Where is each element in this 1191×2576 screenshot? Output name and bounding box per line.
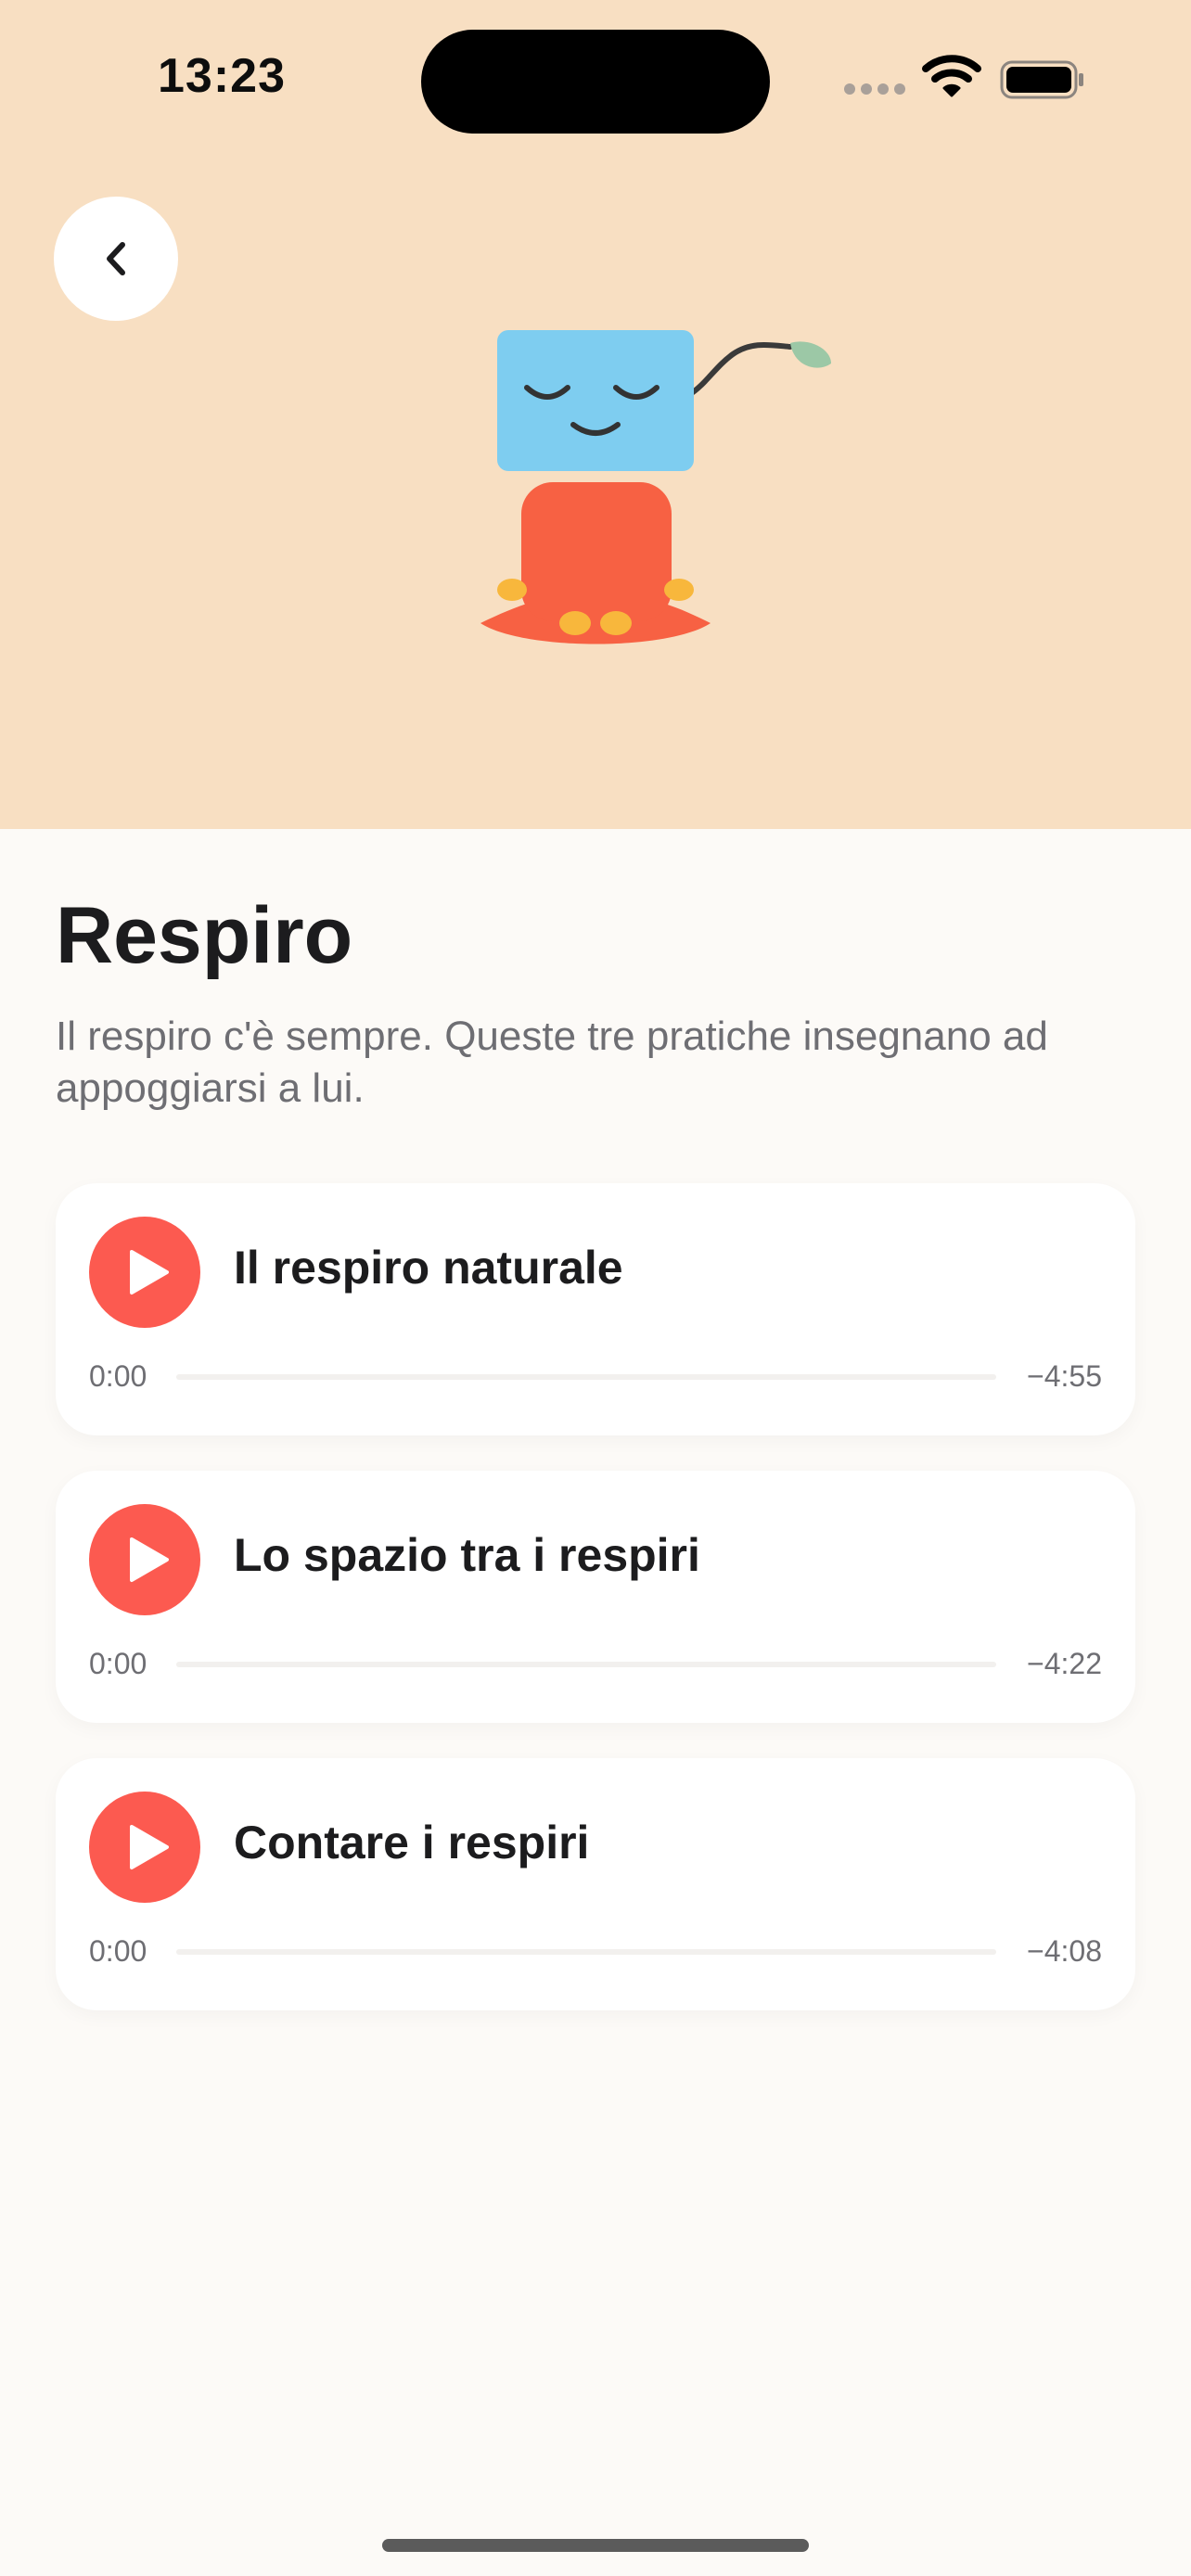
play-button[interactable]	[89, 1217, 200, 1328]
battery-full-icon	[1000, 60, 1083, 99]
status-time: 13:23	[158, 49, 286, 103]
home-indicator	[382, 2539, 809, 2552]
play-icon	[130, 1250, 169, 1294]
dynamic-island	[421, 30, 770, 134]
play-icon	[130, 1825, 169, 1869]
header-banner: 13:23	[0, 0, 1191, 829]
remaining-time: −4:08	[1027, 1934, 1102, 1968]
track-card: Contare i respiri 0:00 −4:08	[56, 1758, 1135, 2010]
progress-slider[interactable]	[176, 1662, 996, 1667]
track-title: Contare i respiri	[234, 1817, 590, 1868]
respiro-screen: 13:23 Respiro Il respiro c'è sempre. Que…	[0, 0, 1191, 2576]
wifi-icon	[922, 55, 981, 97]
elapsed-time: 0:00	[89, 1359, 147, 1393]
elapsed-time: 0:00	[89, 1647, 147, 1680]
leaf-icon	[790, 341, 831, 368]
meditating-mascot-illustration	[480, 330, 831, 644]
chevron-left-icon	[107, 242, 125, 275]
progress-slider[interactable]	[176, 1949, 996, 1955]
play-button[interactable]	[89, 1504, 200, 1615]
back-button[interactable]	[54, 197, 178, 321]
page-title: Respiro	[56, 891, 353, 980]
elapsed-time: 0:00	[89, 1934, 147, 1968]
play-button[interactable]	[89, 1792, 200, 1903]
remaining-time: −4:55	[1027, 1359, 1102, 1393]
track-card: Il respiro naturale 0:00 −4:55	[56, 1183, 1135, 1435]
track-title: Il respiro naturale	[234, 1242, 623, 1294]
remaining-time: −4:22	[1027, 1647, 1102, 1680]
play-icon	[130, 1537, 169, 1582]
track-title: Lo spazio tra i respiri	[234, 1529, 700, 1581]
progress-slider[interactable]	[176, 1374, 996, 1380]
page-subtitle: Il respiro c'è sempre. Queste tre pratic…	[56, 1014, 1048, 1111]
cellular-signal-icon	[844, 83, 905, 96]
track-card: Lo spazio tra i respiri 0:00 −4:22	[56, 1471, 1135, 1723]
